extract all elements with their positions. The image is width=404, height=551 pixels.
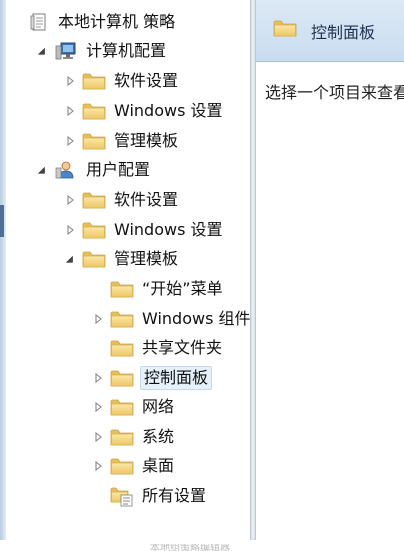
folder-icon <box>273 18 297 42</box>
tree-label: 桌面 <box>142 456 175 475</box>
policy-document-icon <box>28 11 50 33</box>
expand-arrow-icon[interactable] <box>92 460 104 472</box>
folder-icon <box>82 189 106 211</box>
tree-label: 管理模板 <box>114 131 179 150</box>
gpedit-window: 本地计算机 策略 计算机配置 软件设置 Windows 设置 管理模板 用户配置… <box>0 0 404 551</box>
tree-label: 网络 <box>142 397 175 416</box>
expand-arrow-icon[interactable] <box>92 313 104 325</box>
all-settings-icon <box>110 485 134 507</box>
tree-item-user-admin[interactable]: 管理模板 <box>64 245 180 273</box>
folder-icon <box>82 130 106 152</box>
collapse-arrow-icon[interactable] <box>36 164 48 176</box>
expand-arrow-icon[interactable] <box>64 105 76 117</box>
folder-icon <box>110 426 134 448</box>
window-caption: 本地组策略编辑器 <box>150 544 230 551</box>
tree-item-shared-folders[interactable]: 共享文件夹 <box>110 334 224 362</box>
details-title: 控制面板 <box>311 23 376 42</box>
tree-label: 系统 <box>142 427 175 446</box>
window-edge-accent <box>0 205 4 237</box>
tree-label: 本地计算机 策略 <box>58 12 176 31</box>
folder-icon <box>110 396 134 418</box>
folder-icon <box>110 367 134 389</box>
expand-arrow-icon[interactable] <box>64 75 76 87</box>
folder-icon <box>82 70 106 92</box>
computer-icon <box>54 40 78 62</box>
details-description: 选择一个项目来查看它的描述。 <box>265 83 404 102</box>
tree-label: 所有设置 <box>142 486 207 505</box>
expand-arrow-icon[interactable] <box>92 401 104 413</box>
details-pane: 控制面板 选择一个项目来查看它的描述。 <box>256 0 404 540</box>
user-icon <box>54 159 78 181</box>
tree-item-user-windows[interactable]: Windows 设置 <box>64 216 225 244</box>
tree-item-network[interactable]: 网络 <box>92 393 176 421</box>
tree-item-computer-software[interactable]: 软件设置 <box>64 67 180 95</box>
tree-label: 软件设置 <box>114 190 179 209</box>
folder-icon <box>110 278 134 300</box>
tree-label: 用户配置 <box>86 160 151 179</box>
collapse-arrow-icon[interactable] <box>36 45 48 57</box>
tree-label: 软件设置 <box>114 71 179 90</box>
collapse-arrow-icon[interactable] <box>64 253 76 265</box>
folder-icon <box>82 219 106 241</box>
folder-icon <box>82 248 106 270</box>
tree-label: Windows 组件 <box>142 309 250 328</box>
tree-item-start-menu[interactable]: “开始”菜单 <box>110 275 225 303</box>
tree-item-desktop[interactable]: 桌面 <box>92 452 176 480</box>
expand-arrow-icon[interactable] <box>64 135 76 147</box>
tree-label: 管理模板 <box>114 249 179 268</box>
details-header: 控制面板 <box>256 0 404 62</box>
folder-icon <box>110 337 134 359</box>
tree-label: Windows 设置 <box>114 101 223 120</box>
expand-arrow-icon[interactable] <box>64 224 76 236</box>
tree-item-windows-components[interactable]: Windows 组件 <box>92 305 250 333</box>
expand-arrow-icon[interactable] <box>92 372 104 384</box>
tree-item-computer-config[interactable]: 计算机配置 <box>36 37 168 65</box>
tree-item-user-config[interactable]: 用户配置 <box>36 156 152 184</box>
tree-item-computer-windows[interactable]: Windows 设置 <box>64 97 225 125</box>
folder-icon <box>110 308 134 330</box>
tree-label: “开始”菜单 <box>142 279 223 298</box>
tree-label: 计算机配置 <box>86 41 167 60</box>
tree-item-system[interactable]: 系统 <box>92 423 176 451</box>
folder-icon <box>82 100 106 122</box>
tree-label: 共享文件夹 <box>142 338 223 357</box>
tree-item-user-software[interactable]: 软件设置 <box>64 186 180 214</box>
tree-root[interactable]: 本地计算机 策略 <box>28 8 177 36</box>
policy-tree-pane[interactable]: 本地计算机 策略 计算机配置 软件设置 Windows 设置 管理模板 用户配置… <box>6 0 250 540</box>
expand-arrow-icon[interactable] <box>92 431 104 443</box>
tree-item-all-settings[interactable]: 所有设置 <box>110 482 208 510</box>
folder-icon <box>110 455 134 477</box>
tree-item-computer-admin[interactable]: 管理模板 <box>64 127 180 155</box>
expand-arrow-icon[interactable] <box>64 194 76 206</box>
tree-label: 控制面板 <box>140 366 213 390</box>
tree-item-control-panel[interactable]: 控制面板 <box>92 364 213 392</box>
tree-label: Windows 设置 <box>114 220 223 239</box>
